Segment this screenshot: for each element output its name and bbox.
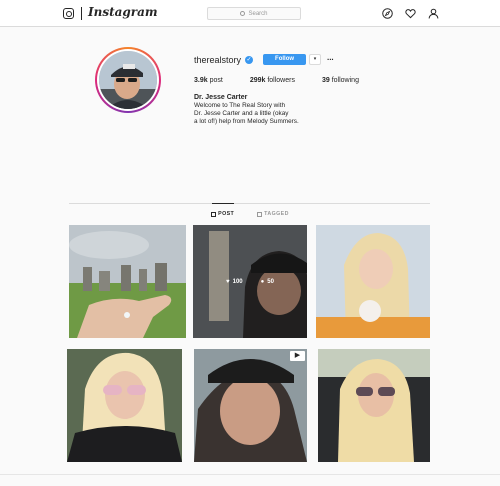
bio-line: Welcome to The Real Story with (194, 102, 286, 109)
grid-post-4[interactable] (67, 349, 182, 462)
comment-bubble-icon: ● (260, 278, 265, 285)
comments-count: ● 50 (260, 278, 274, 285)
bio-line: a lot of!) help from Melody Summers. (194, 118, 299, 125)
person-icon[interactable] (428, 8, 439, 19)
likes-count: ♥ 100 (226, 278, 243, 285)
post-image (316, 225, 430, 338)
grid-icon (211, 211, 217, 217)
tag-icon (257, 211, 263, 217)
grid-post-5[interactable]: ▶ (194, 349, 307, 462)
video-camera-icon: ▶ (290, 351, 305, 361)
top-navigation-bar: Instagram Search (0, 0, 500, 27)
instagram-glyph-icon[interactable] (63, 8, 74, 19)
instagram-wordmark[interactable]: Instagram (88, 5, 158, 19)
post-hover-overlay: ♥ 100 ● 50 (193, 225, 307, 338)
avatar-image (99, 51, 157, 109)
profile-bio: Welcome to The Real Story with Dr. Jesse… (194, 102, 386, 126)
heart-icon[interactable] (405, 8, 416, 19)
post-image (69, 225, 186, 338)
stat-following[interactable]: 39 following (322, 77, 359, 84)
profile-stats: 3.9k post 299k followers 39 following (194, 77, 386, 84)
tab-tagged[interactable]: TAGGED (257, 211, 289, 217)
compass-icon[interactable] (382, 8, 393, 19)
post-image (318, 349, 430, 462)
profile-info: therealstory ✓ Follow ▾ ··· 3.9k post 29… (194, 54, 386, 126)
footer-divider (0, 474, 500, 475)
profile-name-row: therealstory ✓ Follow ▾ ··· (194, 54, 386, 65)
active-tab-indicator (212, 203, 234, 204)
stat-followers[interactable]: 299k followers (250, 77, 295, 84)
verified-badge-icon: ✓ (245, 55, 254, 64)
tabs-divider (69, 203, 430, 204)
chevron-down-icon[interactable]: ▾ (309, 54, 322, 65)
logo-divider (81, 7, 82, 20)
avatar-photo (99, 51, 157, 109)
post-image (194, 349, 307, 462)
avatar[interactable] (95, 47, 161, 113)
tab-post[interactable]: POST (211, 211, 234, 217)
search-input[interactable]: Search (207, 7, 301, 20)
profile-full-name: Dr. Jesse Carter (194, 94, 248, 101)
more-options-icon[interactable]: ··· (327, 55, 334, 64)
search-icon (240, 11, 246, 16)
grid-post-3[interactable] (316, 225, 430, 338)
grid-post-1[interactable] (69, 225, 186, 338)
grid-post-6[interactable] (318, 349, 430, 462)
grid-post-2[interactable]: ♥ 100 ● 50 (193, 225, 307, 338)
profile-username: therealstory (194, 54, 242, 65)
heart-icon: ♥ (226, 278, 230, 285)
stat-posts[interactable]: 3.9k post (194, 77, 223, 84)
bio-line: Dr. Jesse Carter and a little (okay (194, 110, 289, 117)
search-placeholder: Search (248, 10, 268, 17)
follow-button[interactable]: Follow (263, 54, 307, 65)
profile-tabs: POST TAGGED (0, 211, 500, 217)
nav-icon-group (382, 8, 439, 19)
post-image (67, 349, 182, 462)
